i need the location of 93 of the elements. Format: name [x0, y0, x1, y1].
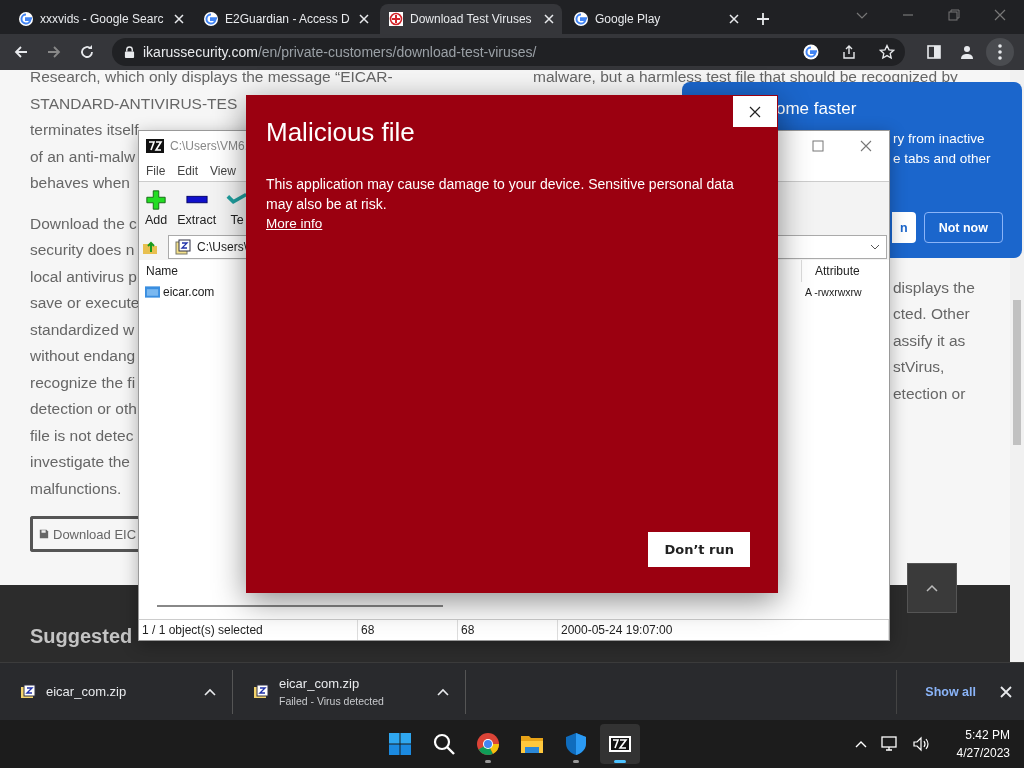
g-logo-icon	[203, 11, 219, 27]
article-line: security does n	[30, 240, 135, 260]
scrollbar[interactable]	[157, 605, 443, 607]
section-heading: Suggested	[30, 625, 133, 647]
maximize-icon[interactable]	[812, 139, 824, 152]
article-line: recognize the fi	[30, 372, 136, 393]
app-logo-icon	[146, 138, 164, 153]
toolbar-button[interactable]: Extract	[177, 189, 217, 227]
article-line: of an anti-malw	[30, 146, 136, 167]
table-cell-text: A -rwxrwxrw	[804, 286, 863, 298]
browser-tab[interactable]: Google Play	[565, 4, 747, 34]
toolbar-button[interactable]: Te	[226, 189, 249, 227]
column-header[interactable]: Attribute	[801, 260, 889, 282]
article-line: etection or	[893, 383, 966, 404]
article-line: STANDARD-ANTIVIRUS-TES	[30, 93, 238, 114]
browser-icon	[476, 732, 500, 756]
download-item[interactable]: eicar_com.zip	[0, 669, 233, 714]
archive-icon	[253, 683, 269, 700]
file-name: eicar_com.zip	[46, 684, 128, 699]
article-line: terminates itself	[30, 120, 139, 140]
article-line: file is not detec	[30, 425, 134, 446]
caret-up-icon[interactable]	[204, 687, 216, 696]
article-line: assify it as	[893, 330, 966, 351]
share-icon[interactable]	[841, 44, 857, 60]
shield-icon	[564, 732, 588, 756]
browser-tab[interactable]: xxxvids - Google Searc	[10, 4, 192, 34]
floppy-icon	[39, 529, 49, 539]
more-info-link[interactable]: More info	[266, 216, 323, 231]
plus-icon	[145, 189, 168, 211]
popup-button[interactable]: n	[892, 212, 916, 243]
article-line: standardized w	[30, 319, 135, 340]
popup-text: ry from inactive e tabs and other	[893, 130, 991, 168]
windows-start-icon	[388, 732, 412, 756]
toolbar-button[interactable]: Add	[145, 189, 168, 227]
article-line: stVirus,	[893, 357, 945, 377]
article-line: local antivirus p	[30, 266, 137, 287]
dont-run-button[interactable]: Don’t run	[648, 532, 750, 567]
menu-item[interactable]: View	[210, 163, 236, 178]
popup-button[interactable]: Not now	[923, 212, 1003, 243]
close-icon	[749, 105, 761, 118]
archive-icon	[20, 683, 36, 700]
status-field: 2000-05-24 19:07:00	[558, 620, 889, 640]
chevron-down-icon[interactable]	[870, 244, 880, 250]
article-line: investigate the	[30, 452, 130, 472]
g-logo-icon	[573, 11, 589, 27]
article-line: cted. Other	[893, 304, 970, 324]
status-field: 1 / 1 object(s) selected	[139, 620, 358, 640]
star-icon[interactable]	[879, 44, 895, 60]
article-line: Download the c	[30, 213, 137, 234]
dialog-title: Malicious file	[266, 117, 416, 148]
dialog-message: This application may cause damage to your device. Sensitive personal data may also be at risk.	[266, 175, 735, 214]
caret-up-icon[interactable]	[437, 687, 449, 696]
side-panel-icon[interactable]	[926, 44, 942, 60]
folder-up-icon[interactable]	[142, 239, 158, 255]
network-icon[interactable]	[880, 736, 899, 752]
download-item[interactable]: eicar_com.zip Failed - Virus detected	[233, 669, 466, 714]
window-title: C:\Users\VM6.	[170, 138, 248, 153]
menu-item[interactable]: File	[146, 163, 166, 178]
article-line: detection or oth	[30, 399, 137, 419]
article-line: save or execute	[30, 293, 140, 313]
article-line: behaves when	[30, 173, 130, 193]
browser-tab[interactable]: Download Test Viruses	[380, 4, 562, 34]
lock-icon	[124, 45, 135, 59]
download-button[interactable]: Download EIC	[30, 516, 139, 552]
caret-up-icon	[926, 584, 938, 592]
status-field: 68	[458, 620, 558, 640]
article-line: displays the	[893, 277, 975, 298]
clock[interactable]: 5:42 PM 4/27/2023	[956, 728, 1010, 760]
browser-tab[interactable]: E2Guardian - Access D	[195, 4, 377, 34]
g-logo-icon	[18, 11, 34, 27]
g-logo-icon[interactable]	[803, 44, 819, 60]
reload-icon[interactable]	[79, 44, 95, 60]
article-line: malfunctions.	[30, 478, 122, 499]
search-icon	[432, 732, 456, 756]
download-status: Failed - Virus detected	[279, 695, 385, 707]
profile-icon[interactable]	[959, 44, 975, 60]
file-icon	[145, 286, 160, 298]
article-line: Research, which only displays the message “EICAR-	[30, 70, 393, 87]
file-name: eicar_com.zip	[279, 676, 361, 691]
menu-item[interactable]: Edit	[177, 163, 199, 178]
show-all-link[interactable]: Show all	[896, 669, 976, 714]
restore-icon[interactable]	[948, 9, 960, 21]
volume-icon[interactable]	[912, 736, 931, 752]
forward-icon[interactable]	[46, 44, 62, 60]
cross-circle-icon	[388, 11, 404, 27]
address-field[interactable]: ikarussecurity.com/en/private-customers/download-test-viruses/	[112, 38, 905, 66]
menu-icon[interactable]	[986, 38, 1014, 66]
article-line: without endang	[30, 346, 136, 366]
status-field: 68	[358, 620, 458, 640]
taskbar-app[interactable]	[600, 724, 640, 764]
archive-icon	[175, 239, 191, 255]
new-tab-icon[interactable]	[756, 12, 770, 26]
back-icon[interactable]	[13, 44, 29, 60]
